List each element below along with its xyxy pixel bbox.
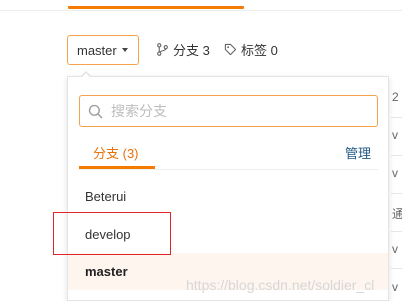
background-row-divider [391, 155, 402, 156]
watermark-text: https://blog.csdn.net/soldier_cl [186, 277, 375, 293]
background-row-divider [391, 117, 402, 118]
background-fragment: v [392, 242, 398, 256]
top-divider [0, 10, 402, 11]
branches-count-link[interactable]: 分支 3 [156, 40, 210, 59]
dropdown-pointer-inner [81, 72, 91, 78]
background-fragment: v [392, 128, 398, 142]
tags-count-link[interactable]: 标签 0 [224, 40, 278, 59]
caret-down-icon [121, 48, 128, 52]
tags-count-label: 标签 0 [241, 43, 278, 58]
tabs-divider [79, 169, 378, 170]
background-row-divider [391, 268, 402, 269]
branch-search-input[interactable] [111, 103, 361, 119]
tag-icon [224, 43, 237, 56]
branch-search-box[interactable] [79, 95, 378, 127]
branch-item-label: master [85, 264, 128, 279]
background-fragment: 通 [392, 207, 402, 221]
background-row-divider [391, 193, 402, 194]
branch-selector-button[interactable]: master [67, 35, 139, 65]
background-fragment: 2 [392, 90, 399, 104]
background-fragment: v [392, 166, 398, 180]
branch-item-label: Beterui [85, 189, 127, 204]
background-fragment: v [392, 280, 398, 294]
branch-item-beterui[interactable]: Beterui [68, 178, 388, 215]
branch-icon [157, 43, 168, 56]
search-icon [88, 104, 103, 118]
tab-branches[interactable]: 分支 (3) [93, 143, 139, 162]
background-row-divider [391, 231, 402, 232]
branch-selector-label: master [77, 42, 117, 58]
branches-count-label: 分支 3 [173, 43, 210, 58]
active-tab-indicator [68, 6, 244, 9]
manage-branches-link[interactable]: 管理 [345, 143, 371, 162]
annotation-highlight-box [53, 212, 171, 255]
